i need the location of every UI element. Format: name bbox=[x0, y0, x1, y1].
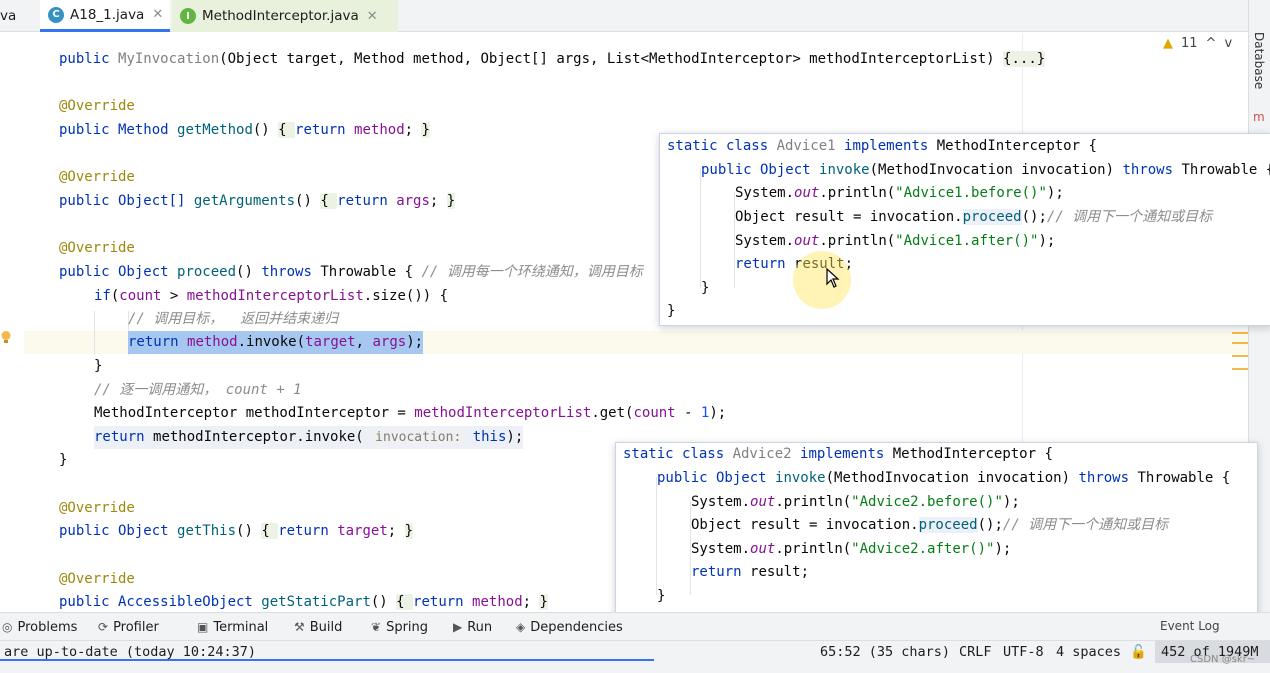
indent-guide bbox=[94, 311, 95, 355]
code-line: return result; bbox=[691, 564, 810, 580]
code-line: } bbox=[59, 452, 68, 468]
code-line: return methodInterceptor.invoke( invocat… bbox=[94, 426, 524, 449]
close-icon[interactable]: ✕ bbox=[367, 9, 378, 24]
previous-highlight-button[interactable]: ^ bbox=[1206, 36, 1217, 51]
folded-block[interactable]: {...} bbox=[1003, 51, 1046, 67]
tab-a18-1-java[interactable]: C A18_1.java ✕ bbox=[40, 0, 170, 32]
annotation: @Override bbox=[59, 240, 135, 256]
code-line: System.out.println("Advice2.before()"); bbox=[691, 494, 1020, 510]
status-bar: are up-to-date (today 10:24:37) 65:52 (3… bbox=[0, 640, 1270, 673]
annotation: @Override bbox=[59, 169, 135, 185]
scrollbar-marker[interactable] bbox=[1232, 332, 1248, 334]
inspection-widget[interactable]: ▲ 11 ^ v bbox=[1163, 36, 1232, 51]
lightbulb-icon[interactable] bbox=[0, 330, 12, 345]
editor-gutter bbox=[0, 33, 24, 612]
close-icon[interactable]: ✕ bbox=[152, 7, 163, 22]
scrollbar-marker[interactable] bbox=[1232, 368, 1248, 370]
code-line: public Object invoke(MethodInvocation in… bbox=[657, 470, 1231, 486]
advice2-popup: static class Advice2 implements MethodIn… bbox=[615, 442, 1258, 632]
code-comment: // 调用目标， 返回并结束递归 bbox=[128, 311, 339, 327]
advice1-popup: static class Advice1 implements MethodIn… bbox=[659, 133, 1270, 326]
problems-icon: ◎ bbox=[2, 620, 13, 634]
profiler-tool-button[interactable]: ⟳ Profiler bbox=[98, 613, 159, 641]
tab-partial-java[interactable]: va bbox=[0, 0, 36, 32]
code-line: System.out.println("Advice2.after()"); bbox=[691, 541, 1012, 557]
code-line: if(count > methodInterceptorList.size())… bbox=[94, 288, 449, 304]
interface-icon: I bbox=[180, 8, 196, 24]
annotation: @Override bbox=[59, 98, 135, 114]
indent-guide bbox=[700, 168, 701, 288]
code-line: public Object getThis() { return target;… bbox=[59, 523, 414, 539]
terminal-icon: ▣ bbox=[197, 620, 209, 634]
tab-label: A18_1.java bbox=[70, 6, 145, 23]
class-icon: C bbox=[48, 6, 64, 23]
code-line: } bbox=[94, 358, 103, 374]
maven-icon[interactable]: m bbox=[1253, 110, 1265, 124]
editor-tab-bar: va C A18_1.java ✕ I MethodInterceptor.ja… bbox=[0, 0, 1248, 32]
warning-count: 11 bbox=[1181, 36, 1198, 51]
code-line: public AccessibleObject getStaticPart() … bbox=[59, 594, 548, 610]
spring-icon: ❦ bbox=[371, 620, 382, 634]
line-separator[interactable]: CRLF bbox=[959, 644, 992, 660]
file-encoding[interactable]: UTF-8 bbox=[1003, 644, 1044, 660]
code-line: static class Advice1 implements MethodIn… bbox=[667, 138, 1097, 154]
scrollbar-marker[interactable] bbox=[1232, 342, 1248, 344]
run-icon: ▶ bbox=[453, 620, 463, 634]
code-line: } bbox=[657, 588, 666, 604]
database-tool-button[interactable]: Database bbox=[1252, 32, 1266, 89]
indent-guide bbox=[656, 477, 657, 595]
code-line: public MyInvocation(Object target, Metho… bbox=[59, 51, 1046, 67]
scrollbar-marker[interactable] bbox=[1232, 355, 1248, 357]
indent-setting[interactable]: 4 spaces bbox=[1056, 644, 1121, 660]
annotation: @Override bbox=[59, 571, 135, 587]
caret-position[interactable]: 65:52 (35 chars) bbox=[820, 644, 950, 660]
code-line: Object result = invocation.proceed();// … bbox=[691, 517, 1169, 533]
next-highlight-button[interactable]: v bbox=[1224, 36, 1232, 51]
dependencies-icon: ◈ bbox=[516, 620, 526, 634]
code-comment: // 逐一调用通知， count + 1 bbox=[94, 382, 302, 398]
run-tool-button[interactable]: ▶ Run bbox=[453, 613, 492, 641]
profiler-icon: ⟳ bbox=[98, 620, 109, 634]
code-line: } bbox=[667, 303, 676, 319]
mouse-pointer-icon bbox=[826, 268, 840, 288]
lock-icon[interactable]: 🔓 bbox=[1130, 644, 1147, 660]
code-line: public Object[] getArguments() { return … bbox=[59, 193, 456, 209]
warning-icon: ▲ bbox=[1163, 36, 1173, 51]
tool-window-bar: ◎ Problems ⟳ Profiler ▣ Terminal ⚒ Build ❦ Sp… bbox=[0, 612, 1270, 640]
code-line: System.out.println("Advice1.before()"); bbox=[735, 185, 1064, 201]
code-line: System.out.println("Advice1.after()"); bbox=[735, 233, 1056, 249]
selected-code-line[interactable]: return method.invoke(target, args); bbox=[128, 331, 424, 354]
dependencies-tool-button[interactable]: ◈ Dependencies bbox=[516, 613, 623, 641]
build-tool-button[interactable]: ⚒ Build bbox=[294, 613, 342, 641]
code-line: public Object proceed() throws Throwable… bbox=[59, 264, 643, 280]
problems-tool-button[interactable]: ◎ Problems bbox=[2, 613, 77, 641]
build-icon: ⚒ bbox=[294, 620, 305, 634]
event-log-button[interactable]: Event Log bbox=[1160, 619, 1220, 633]
parameter-hint: invocation: bbox=[372, 430, 465, 445]
annotation: @Override bbox=[59, 500, 135, 516]
tab-label: va bbox=[0, 8, 17, 24]
tab-label: MethodInterceptor.java bbox=[202, 8, 359, 24]
cursor-highlight bbox=[793, 251, 851, 309]
spring-tool-button[interactable]: ❦ Spring bbox=[371, 613, 428, 641]
code-line: Object result = invocation.proceed();// … bbox=[735, 209, 1213, 225]
code-line: } bbox=[701, 280, 710, 296]
code-line: public Object invoke(MethodInvocation in… bbox=[701, 162, 1270, 178]
progress-bar bbox=[0, 659, 654, 661]
code-line: static class Advice2 implements MethodIn… bbox=[623, 446, 1053, 462]
code-line: MethodInterceptor methodInterceptor = me… bbox=[94, 405, 727, 421]
code-line: public Method getMethod() { return metho… bbox=[59, 122, 430, 138]
tab-methodinterceptor-java[interactable]: I MethodInterceptor.java ✕ bbox=[172, 0, 398, 32]
status-message[interactable]: are up-to-date (today 10:24:37) bbox=[4, 644, 256, 660]
watermark: CSDN @skr~ bbox=[1190, 654, 1256, 665]
terminal-tool-button[interactable]: ▣ Terminal bbox=[197, 613, 268, 641]
